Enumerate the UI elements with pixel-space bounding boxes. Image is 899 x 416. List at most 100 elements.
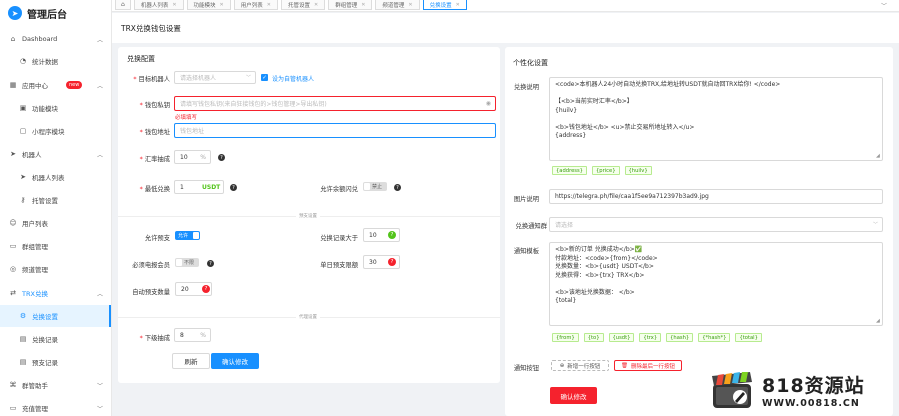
sidebar-item-exchange-settings[interactable]: ⚙ 兑换设置 [0,305,111,327]
tab-modules[interactable]: 功能模块 ✕ [186,0,231,10]
sidebar-item-advance-records[interactable]: ▤ 预支记录 [0,351,111,373]
single-limit-label: 单日预支限额 [320,262,358,269]
allow-advance-toggle[interactable]: 允许 [175,231,200,240]
close-icon[interactable]: ✕ [456,2,460,8]
sidebar-item-app-center[interactable]: ▦ 应用中心 new ︿ [0,74,111,96]
variable-tag[interactable]: {to} [583,333,604,342]
home-icon: ⌂ [10,35,16,43]
close-icon[interactable]: ✕ [172,2,176,8]
tab-users[interactable]: 用户列表 ✕ [233,0,278,10]
variable-tag[interactable]: {address} [552,166,587,175]
sidebar-item-mini-program[interactable]: ▢ 小程序模块 [0,120,111,142]
desc-textarea[interactable]: <code>本机器人24小时自动兑换TRX,给地址转USDT就自动回TRX给你!… [549,77,883,161]
sidebar-item-robot[interactable]: ➤ 机器人 ︿ [0,143,111,165]
sidebar-item-channels[interactable]: ◎ 频道管理 [0,258,111,280]
assistant-icon: ⌘ [9,381,17,389]
tab-hosting[interactable]: 托管设置 ✕ [280,0,326,10]
notify-template-label: 通知模板 [513,248,539,255]
telegram-icon: ➤ [8,6,22,20]
close-icon[interactable]: ✕ [408,2,412,8]
notify-group-select[interactable]: 请选择 ﹀ [549,217,883,232]
chevron-up-icon: ︿ [96,36,103,44]
sidebar-item-robot-list[interactable]: ➤ 机器人列表 [0,166,111,188]
close-icon[interactable]: ✕ [361,2,365,8]
refresh-button[interactable]: 刷新 [172,353,210,369]
chevron-up-icon: ︿ [96,151,103,159]
help-icon[interactable]: ? [218,154,225,161]
module-icon: ▣ [19,104,27,112]
image-url-input[interactable]: https://telegra.ph/file/caa1f5ee9a712397… [549,189,883,204]
variable-tag[interactable]: {trx} [639,333,662,342]
tab-exchange-settings[interactable]: 兑换设置 ✕ [422,0,467,10]
variable-tag[interactable]: {huilv} [624,166,652,175]
variable-tag[interactable]: {hash} [666,333,694,342]
decrease-icon[interactable]: ? [388,258,396,266]
variable-tag[interactable]: {total} [735,333,762,342]
wallet-addr-label: * 钱包地址 [139,129,170,136]
wallet-addr-input[interactable]: 钱包地址 [174,123,496,138]
sidebar-item-groups[interactable]: ▭ 群组管理 [0,235,111,257]
app-logo[interactable]: ➤ 管理后台 [0,0,111,26]
app-title: 管理后台 [27,9,67,21]
rate-input[interactable]: 10% [174,150,211,164]
image-desc-label: 图片说明 [513,196,539,203]
sidebar-item-group-assistant[interactable]: ⌘ 群管助手 ﹀ [0,374,111,396]
tab-home[interactable]: ⌂ [115,0,131,10]
page-title: TRX兑换钱包设置 [112,13,899,43]
agent-cut-label: * 下级抽成 [139,335,170,342]
exchange-config-title: 兑换配置 [127,55,155,63]
help-icon[interactable]: ? [207,260,214,267]
resize-handle-icon[interactable]: ◢ [876,153,880,159]
notify-template-textarea[interactable]: <b>新的订单 兑换成功</b>✅ 付款地址：<code>{from}</cod… [549,242,883,326]
close-icon[interactable]: ✕ [314,2,318,8]
increase-icon[interactable]: ? [388,231,396,239]
help-icon[interactable]: ? [230,184,237,191]
rate-label: * 汇率抽成 [139,156,170,163]
sidebar-item-trx-exchange[interactable]: ⇄ TRX兑换 ︿ [0,282,111,304]
variable-tag[interactable]: {from} [552,333,579,342]
decrease-icon[interactable]: ? [202,285,210,293]
balance-flash-label: 允许余额闪兑 [320,186,358,193]
tab-channels[interactable]: 频道管理 ✕ [375,0,420,10]
sidebar: ➤ 管理后台 ⌂ Dashboard ︿ ◔ 统计数据 ▦ 应用中心 new ︿ ▣ 功能模块… [0,0,112,416]
resize-handle-icon[interactable]: ◢ [876,318,880,324]
sidebar-item-dashboard[interactable]: ⌂ Dashboard ︿ [0,28,111,50]
tab-groups[interactable]: 群组管理 ✕ [328,0,373,10]
sidebar-item-statistics[interactable]: ◔ 统计数据 [0,50,111,72]
doc-icon: ▢ [19,127,27,135]
desc-label: 兑换说明 [513,84,539,91]
wallet-key-input[interactable]: 请填写钱包私钥(来自狂接钱包的>钱包管理>导出私钥) ◉ [174,96,496,111]
submit-button[interactable]: 确认修改 [211,353,259,369]
variable-tag[interactable]: {usdt} [608,333,635,342]
usdt-unit: USDT [202,184,221,191]
add-row-button[interactable]: ⊕ 新增一行按钮 [551,360,609,371]
close-icon[interactable]: ✕ [267,2,271,8]
default-bot-checkbox[interactable]: ✓ [261,74,268,81]
help-icon[interactable]: ? [394,184,401,191]
variable-tag[interactable]: {price} [591,166,620,175]
delete-row-button[interactable]: 🗑 删除最后一行按钮 [614,360,682,371]
sidebar-item-modules[interactable]: ▣ 功能模块 [0,97,111,119]
must-member-toggle[interactable]: 不限 [175,258,199,267]
allow-advance-label: 允许预支 [144,235,170,242]
close-icon[interactable]: ✕ [220,2,224,8]
sidebar-item-exchange-records[interactable]: ▤ 兑换记录 [0,328,111,350]
target-bot-select[interactable]: 请选择机器人 ﹀ [174,71,256,84]
trash-icon: 🗑 [621,362,628,369]
notify-button-label: 通知按钮 [513,365,539,372]
sidebar-item-recharge[interactable]: ▭ 充值管理 ﹀ [0,397,111,416]
eye-icon[interactable]: ◉ [486,100,491,107]
sidebar-item-users[interactable]: ☺ 用户列表 [0,212,111,234]
chevron-down-icon: ﹀ [872,222,878,228]
personal-settings-panel: 个性化设置 兑换说明 <code>本机器人24小时自动兑换TRX,给地址转USD… [505,47,893,416]
wallet-icon: ▭ [9,404,17,412]
balance-flash-toggle[interactable]: 禁止 [363,182,387,191]
watermark-title: 818资源站 [762,375,865,397]
variable-tag[interactable]: {*hash*} [698,333,731,342]
sidebar-item-hosting[interactable]: ⚷ 托管设置 [0,189,111,211]
submit-button[interactable]: 确认修改 [550,387,597,404]
tab-robot-list[interactable]: 机器人列表 ✕ [133,0,184,10]
plus-icon: ⊕ [559,362,565,369]
chevron-down-icon[interactable]: ﹀ [875,0,893,10]
agent-cut-input[interactable]: 8% [174,328,211,342]
